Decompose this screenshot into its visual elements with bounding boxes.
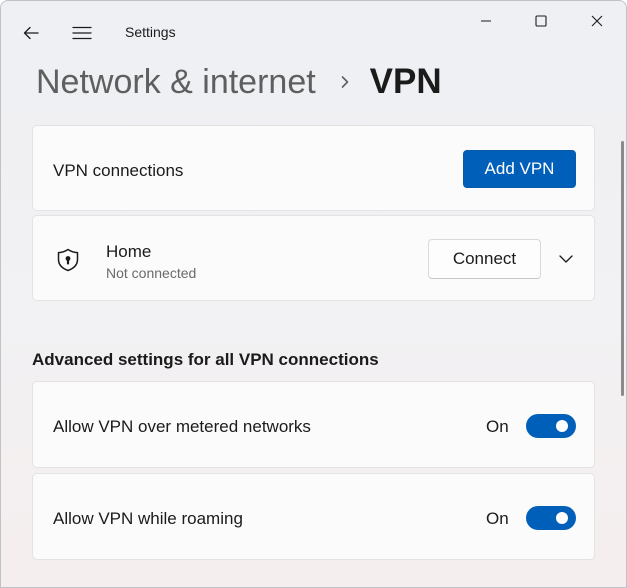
- hamburger-icon: [72, 26, 92, 40]
- maximize-icon: [535, 15, 547, 27]
- connection-name: Home: [106, 242, 152, 261]
- app-title: Settings: [125, 24, 176, 40]
- connect-button[interactable]: Connect: [428, 239, 541, 279]
- chevron-down-icon: [559, 255, 573, 263]
- vpn-connections-card: VPN connections Add VPN: [32, 125, 595, 211]
- setting-label: Allow VPN over metered networks: [53, 417, 311, 436]
- close-icon: [591, 15, 603, 27]
- metered-networks-toggle[interactable]: [526, 414, 576, 438]
- toggle-state-label: On: [486, 509, 509, 528]
- back-button[interactable]: [15, 17, 47, 49]
- roaming-toggle[interactable]: [526, 506, 576, 530]
- setting-roaming: Allow VPN while roaming On: [32, 473, 595, 560]
- vpn-connections-label: VPN connections: [53, 161, 184, 180]
- expand-button[interactable]: [551, 244, 581, 274]
- scrollbar[interactable]: [621, 141, 624, 396]
- toggle-knob: [556, 512, 568, 524]
- setting-metered-networks: Allow VPN over metered networks On: [32, 381, 595, 468]
- close-button[interactable]: [571, 5, 623, 37]
- page-title: VPN: [369, 62, 442, 101]
- minimize-icon: [481, 20, 491, 22]
- setting-label: Allow VPN while roaming: [53, 509, 243, 528]
- vpn-connection-home[interactable]: Home Not connected Connect: [32, 215, 595, 301]
- toggle-knob: [556, 420, 568, 432]
- minimize-button[interactable]: [460, 5, 512, 37]
- settings-window: Settings Network & internet VPN VPN conn…: [0, 0, 627, 588]
- navigation-menu-button[interactable]: [65, 17, 99, 49]
- connection-status: Not connected: [106, 265, 197, 281]
- add-vpn-button[interactable]: Add VPN: [463, 150, 576, 188]
- maximize-button[interactable]: [515, 5, 567, 37]
- breadcrumb: Network & internet VPN: [36, 57, 442, 107]
- shield-icon: [57, 248, 79, 272]
- advanced-settings-heading: Advanced settings for all VPN connection…: [32, 350, 379, 369]
- title-bar: Settings: [1, 1, 626, 63]
- breadcrumb-parent-link[interactable]: Network & internet: [36, 63, 316, 102]
- chevron-right-icon: [340, 75, 350, 89]
- toggle-state-label: On: [486, 417, 509, 436]
- back-arrow-icon: [23, 26, 39, 40]
